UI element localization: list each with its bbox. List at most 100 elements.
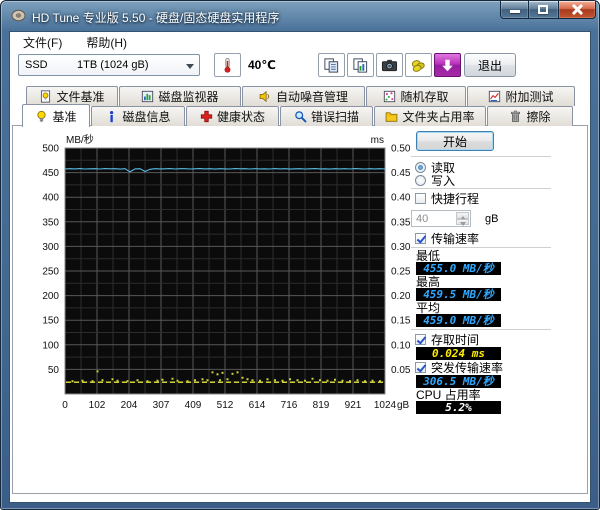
svg-text:0.20: 0.20	[391, 291, 411, 302]
disk-info-icon	[110, 110, 114, 123]
svg-text:0.35: 0.35	[391, 217, 411, 228]
drive-name: SSD	[25, 59, 48, 71]
checkbox-shortstroke[interactable]: 快捷行程	[415, 192, 479, 206]
checkbox-access-time-icon	[415, 334, 426, 345]
checkbox-transfer-rate[interactable]: 传输速率	[415, 232, 479, 246]
caption-buttons	[500, 1, 596, 19]
separator	[411, 188, 551, 189]
svg-text:1024: 1024	[374, 400, 397, 411]
benchmark-icon	[37, 110, 47, 122]
min-label: 最低	[416, 249, 441, 263]
benchmark-tab-page: 500 450 400 350 300 250 200 150 100 50 0.50 0.45 0.4…	[12, 125, 588, 494]
file-benchmark-icon	[41, 90, 51, 103]
svg-text:200: 200	[42, 291, 59, 302]
tab-aam[interactable]: 自动噪音管理	[242, 86, 365, 106]
svg-text:400: 400	[42, 193, 59, 204]
svg-text:150: 150	[42, 316, 59, 327]
svg-text:307: 307	[153, 400, 170, 411]
burst-rate-value: 306.5 MB/秒	[416, 375, 501, 388]
checkbox-burst-rate[interactable]: 突发传输速率	[415, 361, 503, 375]
update-button[interactable]	[434, 53, 461, 77]
disk-monitor-icon	[142, 90, 154, 103]
stepper-down-icon	[456, 218, 469, 225]
tab-disk-info[interactable]: 磁盘信息	[91, 106, 185, 126]
tab-random-access[interactable]: 随机存取	[366, 86, 466, 106]
health-icon	[200, 110, 213, 123]
svg-text:0.25: 0.25	[391, 267, 411, 278]
svg-text:0.40: 0.40	[391, 193, 411, 204]
cpu-usage-label: CPU 占用率	[416, 388, 481, 402]
extra-tests-icon	[489, 90, 501, 103]
max-label: 最高	[416, 275, 441, 289]
tab-health[interactable]: 健康状态	[186, 106, 279, 126]
svg-text:0.05: 0.05	[391, 365, 411, 376]
shortstroke-size-stepper[interactable]: 40	[411, 210, 471, 227]
tab-extra-tests[interactable]: 附加测试	[467, 86, 575, 106]
title-bar[interactable]: HD Tune 专业版 5.50 - 硬盘/固态硬盘实用程序	[1, 1, 599, 31]
temperature-value: 40℃	[248, 58, 276, 72]
hdtune-app-icon	[11, 9, 26, 22]
copy-results-icon	[353, 57, 368, 73]
svg-text:921: 921	[345, 400, 362, 411]
tab-file-benchmark[interactable]: 文件基准	[26, 86, 118, 106]
checkbox-transfer-rate-icon	[415, 233, 426, 244]
copy-results-button[interactable]	[347, 53, 374, 77]
svg-text:0.15: 0.15	[391, 316, 411, 327]
svg-text:ms: ms	[371, 135, 384, 146]
minimize-button[interactable]	[500, 1, 529, 19]
thermometer-icon	[224, 57, 231, 73]
stepper-arrows[interactable]	[456, 212, 469, 225]
tab-benchmark[interactable]: 基准	[22, 104, 90, 127]
window-title: HD Tune 专业版 5.50 - 硬盘/固态硬盘实用程序	[32, 11, 280, 25]
menu-file[interactable]: 文件(F)	[18, 34, 67, 50]
close-button[interactable]	[558, 1, 596, 19]
arrow-down-icon	[442, 59, 453, 72]
svg-text:MB/秒: MB/秒	[66, 133, 94, 146]
menu-help[interactable]: 帮助(H)	[81, 34, 132, 50]
copy-graph-button[interactable]	[318, 53, 345, 77]
svg-text:300: 300	[42, 242, 59, 253]
toolbar: SSD 1TB (1024 gB) 40℃ 退出	[10, 50, 590, 84]
min-value: 455.0 MB/秒	[416, 262, 501, 275]
exit-button[interactable]: 退出	[464, 53, 516, 77]
tab-folder-usage[interactable]: 文件夹占用率	[374, 106, 486, 126]
app-window: HD Tune 专业版 5.50 - 硬盘/固态硬盘实用程序 文件(F) 帮助(…	[0, 0, 600, 510]
radio-write[interactable]: 写入	[415, 174, 455, 188]
svg-text:409: 409	[185, 400, 202, 411]
max-value: 459.5 MB/秒	[416, 288, 501, 301]
avg-value: 459.0 MB/秒	[416, 314, 501, 327]
maximize-button[interactable]	[529, 1, 558, 19]
separator	[411, 247, 551, 248]
svg-text:0.10: 0.10	[391, 340, 411, 351]
chevron-down-icon	[186, 64, 194, 73]
donate-icon	[411, 59, 425, 72]
svg-text:250: 250	[42, 267, 59, 278]
start-button[interactable]: 开始	[416, 131, 494, 151]
tab-error-scan[interactable]: 错误扫描	[280, 106, 373, 126]
minimize-icon	[510, 10, 520, 13]
svg-text:0: 0	[62, 400, 68, 411]
folder-usage-icon	[386, 112, 398, 122]
copy-graph-icon	[324, 57, 339, 73]
tab-row-secondary: 文件基准 磁盘监视器 自动噪音管理 随机存取 附加测试	[26, 86, 590, 106]
screenshot-button[interactable]	[376, 53, 403, 77]
checkbox-shortstroke-icon	[415, 193, 426, 204]
close-icon	[571, 3, 584, 16]
svg-text:716: 716	[281, 400, 298, 411]
tab-disk-monitor[interactable]: 磁盘监视器	[119, 86, 241, 106]
drive-select[interactable]: SSD 1TB (1024 gB)	[18, 54, 200, 76]
separator	[411, 329, 551, 330]
svg-text:50: 50	[48, 365, 60, 376]
svg-text:gB: gB	[397, 400, 410, 411]
temperature-button[interactable]	[214, 53, 241, 77]
separator	[411, 156, 551, 157]
svg-text:100: 100	[42, 340, 59, 351]
radio-read-icon	[415, 162, 426, 173]
tab-erase[interactable]: 擦除	[487, 106, 573, 126]
erase-icon	[511, 110, 521, 122]
donate-button[interactable]	[405, 53, 432, 77]
checkbox-access-time[interactable]: 存取时间	[415, 333, 479, 347]
svg-text:819: 819	[313, 400, 330, 411]
svg-text:350: 350	[42, 217, 59, 228]
tab-strip: 文件基准 磁盘监视器 自动噪音管理 随机存取 附加测试 基准 磁盘信息 健康状态 错误扫描 文件…	[10, 86, 590, 127]
